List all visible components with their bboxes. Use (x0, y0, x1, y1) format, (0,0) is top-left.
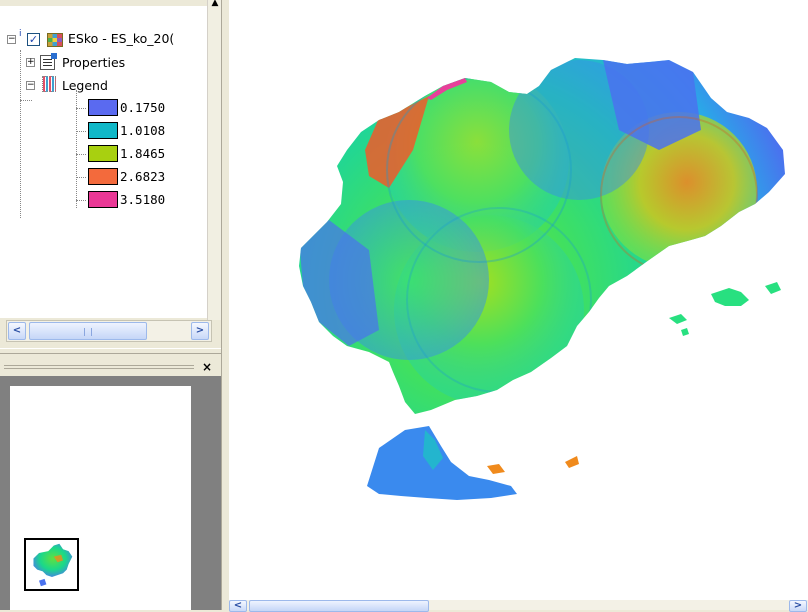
properties-icon (40, 53, 57, 70)
legend-value-label: 0.1750 (120, 100, 166, 115)
legend-value-label: 3.5180 (120, 192, 166, 207)
island-formentera (681, 328, 689, 336)
info-icon: i (19, 29, 22, 39)
expand-icon[interactable]: + (26, 58, 35, 67)
scroll-up-icon[interactable]: ▲ (210, 0, 220, 8)
island-menorca (765, 282, 781, 294)
map-horizontal-scrollbar[interactable]: < > (229, 600, 808, 612)
legend-swatch[interactable] (88, 122, 118, 139)
overview-titlebar[interactable]: × (0, 360, 221, 376)
scroll-left-icon[interactable]: < (229, 600, 247, 612)
close-icon[interactable]: × (200, 360, 214, 374)
overview-extent-box[interactable] (24, 538, 79, 591)
north-africa-coverage (367, 426, 517, 500)
legend-swatch[interactable] (88, 168, 118, 185)
layer-name[interactable]: ESko - ES_ko_20( (68, 31, 174, 46)
legend-value-label: 2.6823 (120, 169, 166, 184)
scroll-left-icon[interactable]: < (8, 322, 26, 340)
toc-vertical-scrollbar[interactable]: ▲ (207, 0, 221, 320)
legend-node-label[interactable]: Legend (62, 78, 108, 93)
fragment-orange (487, 464, 505, 474)
map-canvas[interactable] (229, 0, 808, 600)
toc-horizontal-scrollbar[interactable]: < > (6, 320, 212, 342)
legend-value-label: 1.8465 (120, 146, 166, 161)
tree-guide-line (20, 50, 21, 218)
tree-guide-line (76, 108, 86, 109)
table-of-contents-panel: − i ✓ ESko - ES_ko_20( + Properties − Le… (0, 0, 221, 348)
legend-swatch[interactable] (88, 191, 118, 208)
collapse-icon[interactable]: − (7, 35, 16, 44)
raster-map (299, 58, 785, 500)
scrollbar-thumb[interactable] (29, 322, 147, 340)
collapse-icon[interactable]: − (26, 81, 35, 90)
fragment-orange (565, 456, 579, 468)
tree-guide-line (76, 177, 86, 178)
island-ibiza (669, 314, 687, 324)
island-mallorca (711, 288, 749, 306)
scroll-right-icon[interactable]: > (191, 322, 209, 340)
layer-raster-icon (47, 33, 63, 47)
tree-guide-line (76, 154, 86, 155)
scroll-right-icon[interactable]: > (789, 600, 807, 612)
scrollbar-thumb[interactable] (249, 600, 429, 612)
properties-node-label[interactable]: Properties (62, 55, 125, 70)
tree-guide-line (76, 200, 86, 201)
map-view-border (221, 0, 229, 610)
panel-splitter[interactable] (0, 348, 221, 354)
overview-map-thumbnail (33, 543, 73, 587)
toc-tree: − i ✓ ESko - ES_ko_20( + Properties − Le… (0, 6, 207, 318)
legend-value-label: 1.0108 (120, 123, 166, 138)
tree-guide-line (20, 100, 32, 101)
legend-icon (42, 76, 56, 92)
legend-swatch[interactable] (88, 145, 118, 162)
layer-visibility-checkbox[interactable]: ✓ (27, 33, 40, 46)
tree-guide-line (76, 131, 86, 132)
legend-swatch[interactable] (88, 99, 118, 116)
